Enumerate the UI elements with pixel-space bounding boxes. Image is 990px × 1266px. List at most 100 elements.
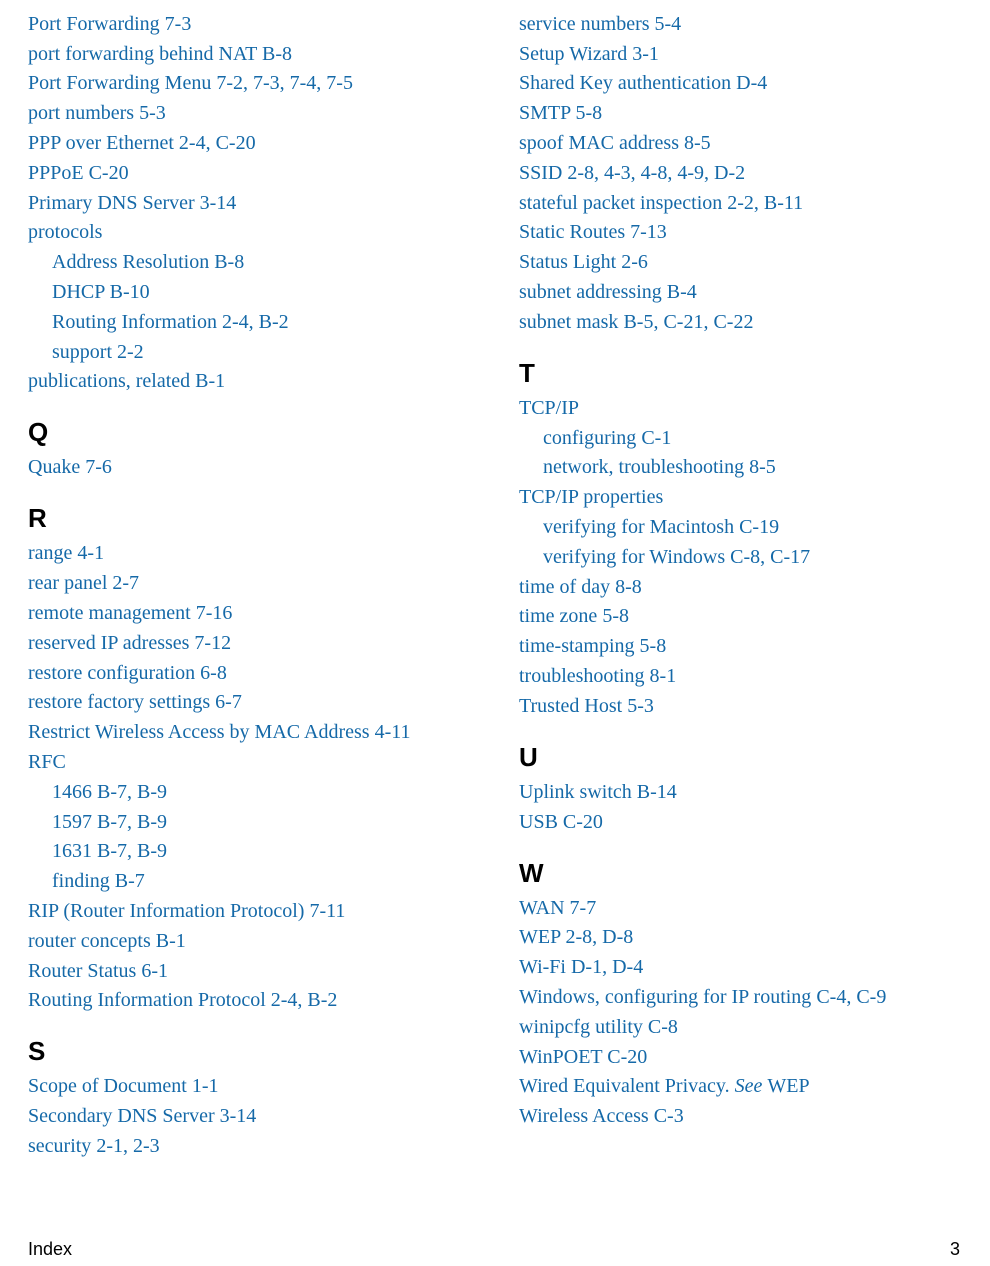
index-entry[interactable]: subnet addressing B-4 [519,279,960,306]
index-entry[interactable]: protocols [28,219,469,246]
index-pages: 3-1 [632,43,659,65]
index-entry[interactable]: WinPOET C-20 [519,1044,960,1071]
index-entry[interactable]: WAN 7-7 [519,895,960,922]
index-term: 1466 [52,781,92,803]
index-entry[interactable]: port forwarding behind NAT B-8 [28,41,469,68]
index-entry[interactable]: Primary DNS Server 3-14 [28,190,469,217]
index-subentry[interactable]: DHCP B-10 [52,279,469,306]
index-term: time-stamping [519,635,635,657]
index-subentry[interactable]: Address Resolution B-8 [52,249,469,276]
index-pages: C-3 [654,1105,684,1127]
index-entry[interactable]: spoof MAC address 8-5 [519,130,960,157]
index-entry[interactable]: time zone 5-8 [519,603,960,630]
index-subentry[interactable]: finding B-7 [52,868,469,895]
index-pages: 2-8, 4-3, 4-8, 4-9, D-2 [567,162,745,184]
index-subentry[interactable]: verifying for Windows C-8, C-17 [543,544,960,571]
index-term: Setup Wizard [519,43,627,65]
index-entry[interactable]: SMTP 5-8 [519,100,960,127]
index-entry[interactable]: reserved IP adresses 7-12 [28,630,469,657]
index-subentry[interactable]: 1631 B-7, B-9 [52,838,469,865]
index-term: time of day [519,576,610,598]
index-entry[interactable]: Wired Equivalent Privacy. See WEP [519,1073,960,1100]
index-entry[interactable]: restore configuration 6-8 [28,660,469,687]
index-entry[interactable]: Static Routes 7-13 [519,219,960,246]
index-pages: B-8 [262,43,292,65]
section-letter: R [28,503,469,534]
index-entry[interactable]: Trusted Host 5-3 [519,693,960,720]
index-subentry[interactable]: verifying for Macintosh C-19 [543,514,960,541]
index-entry[interactable]: RIP (Router Information Protocol) 7-11 [28,898,469,925]
index-entry[interactable]: Wireless Access C-3 [519,1103,960,1130]
index-entry[interactable]: publications, related B-1 [28,368,469,395]
index-term: Wi-Fi [519,956,566,978]
index-pages: B-1 [195,370,225,392]
index-pages: B-1 [156,930,186,952]
index-term: WEP [519,926,560,948]
index-term: Restrict Wireless Access by MAC Address [28,721,370,743]
index-entry[interactable]: restore factory settings 6-7 [28,689,469,716]
index-entry[interactable]: winipcfg utility C-8 [519,1014,960,1041]
index-entry[interactable]: TCP/IP properties [519,484,960,511]
index-subentry[interactable]: support 2-2 [52,339,469,366]
index-pages: 7-6 [85,456,112,478]
index-entry[interactable]: service numbers 5-4 [519,11,960,38]
index-entry[interactable]: port numbers 5-3 [28,100,469,127]
index-term: RIP (Router Information Protocol) [28,900,304,922]
index-term: subnet addressing [519,281,662,303]
index-entry[interactable]: time of day 8-8 [519,574,960,601]
index-entry[interactable]: Status Light 2-6 [519,249,960,276]
index-term: remote management [28,602,191,624]
index-term: range [28,542,72,564]
index-term: Port Forwarding [28,13,160,35]
index-entry[interactable]: SSID 2-8, 4-3, 4-8, 4-9, D-2 [519,160,960,187]
index-entry[interactable]: time-stamping 5-8 [519,633,960,660]
index-entry[interactable]: USB C-20 [519,809,960,836]
index-term: WAN [519,897,565,919]
index-entry[interactable]: rear panel 2-7 [28,570,469,597]
index-entry[interactable]: Wi-Fi D-1, D-4 [519,954,960,981]
index-entry[interactable]: remote management 7-16 [28,600,469,627]
index-subentry[interactable]: network, troubleshooting 8-5 [543,454,960,481]
index-entry[interactable]: RFC [28,749,469,776]
index-entry[interactable]: Setup Wizard 3-1 [519,41,960,68]
index-entry[interactable]: range 4-1 [28,540,469,567]
index-entry[interactable]: security 2-1, 2-3 [28,1133,469,1160]
index-pages: 8-5 [749,456,776,478]
index-entry[interactable]: Routing Information Protocol 2-4, B-2 [28,987,469,1014]
index-entry[interactable]: TCP/IP [519,395,960,422]
index-entry[interactable]: troubleshooting 8-1 [519,663,960,690]
see-reference: See [735,1075,768,1097]
index-entry[interactable]: stateful packet inspection 2-2, B-11 [519,190,960,217]
index-pages: 2-4, B-2 [222,311,289,333]
section-letter: Q [28,417,469,448]
index-term: verifying for Macintosh [543,516,734,538]
index-term: Secondary DNS Server [28,1105,215,1127]
index-subentry[interactable]: Routing Information 2-4, B-2 [52,309,469,336]
index-entry[interactable]: router concepts B-1 [28,928,469,955]
index-entry[interactable]: Secondary DNS Server 3-14 [28,1103,469,1130]
index-entry[interactable]: Windows, configuring for IP routing C-4,… [519,984,960,1011]
index-entry[interactable]: PPP over Ethernet 2-4, C-20 [28,130,469,157]
index-term: protocols [28,221,102,243]
index-term: service numbers [519,13,650,35]
index-term: port numbers [28,102,134,124]
index-entry[interactable]: Scope of Document 1-1 [28,1073,469,1100]
section-letter: W [519,858,960,889]
index-entry[interactable]: Port Forwarding 7-3 [28,11,469,38]
index-entry[interactable]: Shared Key authentication D-4 [519,70,960,97]
index-entry[interactable]: WEP 2-8, D-8 [519,924,960,951]
index-subentry[interactable]: 1597 B-7, B-9 [52,809,469,836]
index-entry[interactable]: Quake 7-6 [28,454,469,481]
index-entry[interactable]: PPPoE C-20 [28,160,469,187]
index-entry[interactable]: Restrict Wireless Access by MAC Address … [28,719,469,746]
index-entry[interactable]: Router Status 6-1 [28,958,469,985]
index-entry[interactable]: subnet mask B-5, C-21, C-22 [519,309,960,336]
index-term: Primary DNS Server [28,192,195,214]
index-subentry[interactable]: configuring C-1 [543,425,960,452]
index-term: Routing Information Protocol [28,989,266,1011]
index-entry[interactable]: Uplink switch B-14 [519,779,960,806]
index-subentry[interactable]: 1466 B-7, B-9 [52,779,469,806]
index-term: stateful packet inspection [519,192,722,214]
index-entry[interactable]: Port Forwarding Menu 7-2, 7-3, 7-4, 7-5 [28,70,469,97]
index-pages: C-4, C-9 [816,986,886,1008]
